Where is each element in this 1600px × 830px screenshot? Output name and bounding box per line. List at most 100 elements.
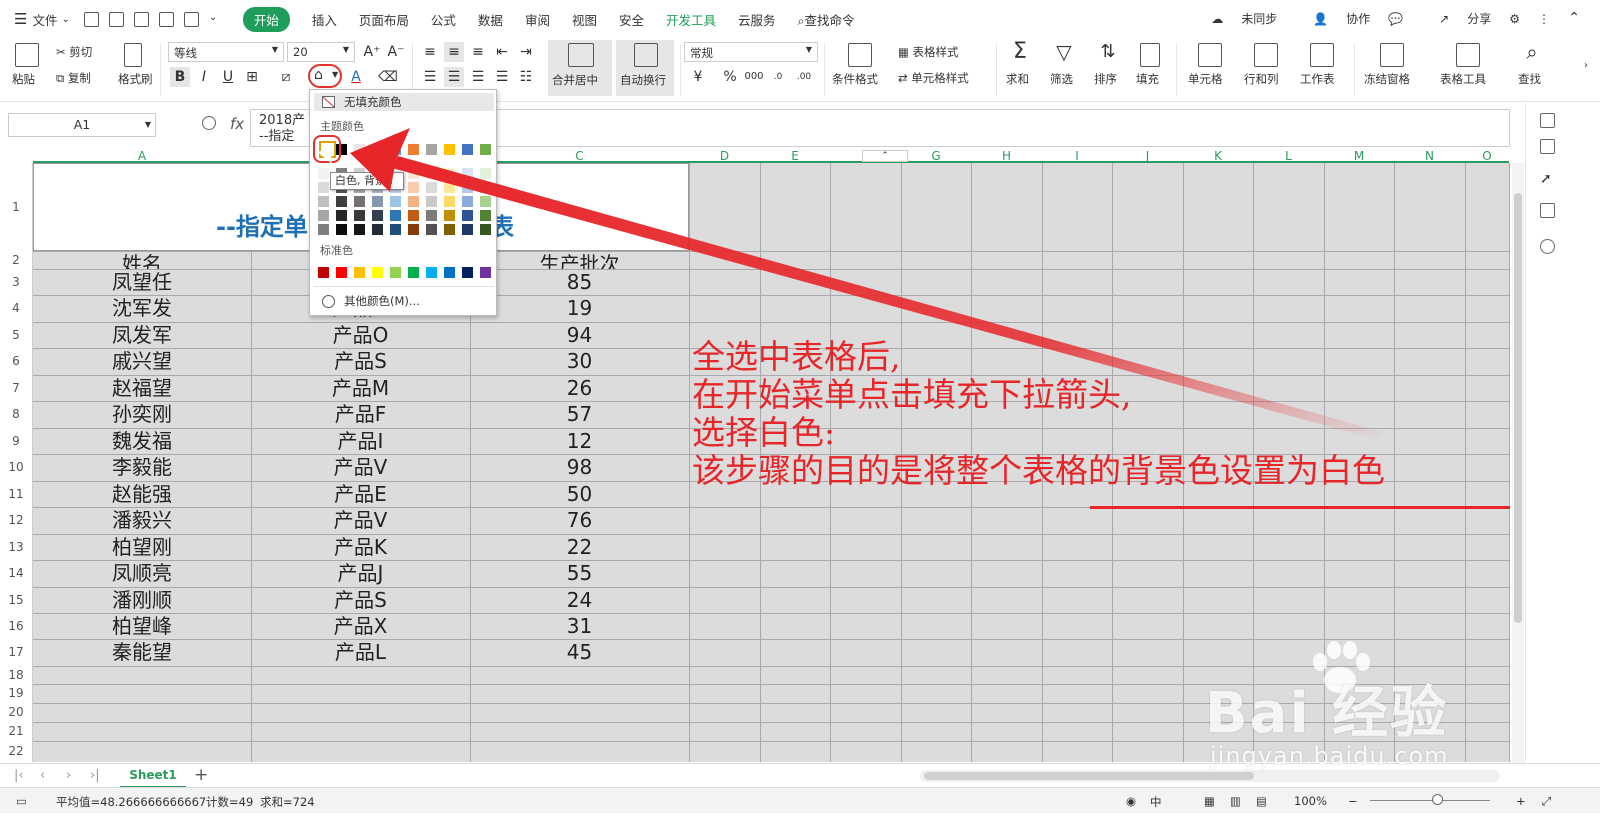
table-cell[interactable]: 产品K [251,534,470,560]
theme-color-swatch[interactable] [444,144,455,155]
fx-icon[interactable]: fx [230,115,244,133]
export-pdf-icon[interactable] [133,11,149,27]
table-cell[interactable]: 魏发福 [33,428,251,454]
tab-page-layout[interactable]: 页面布局 [359,10,409,29]
column-header[interactable]: K [1183,150,1253,163]
row-header[interactable]: 6 [0,348,33,375]
theme-color-swatch[interactable] [336,224,347,235]
merge-center-group[interactable]: 合并居中 [548,40,612,96]
table-cell[interactable]: 凤望任 [33,269,251,295]
paste-icon[interactable] [15,43,39,67]
table-cell[interactable]: 柏望刚 [33,534,251,560]
theme-color-swatch[interactable] [444,196,455,207]
column-header[interactable]: N [1394,150,1465,163]
number-format-select[interactable]: 常规 ▼ [684,42,818,62]
collapse-formula-bar-icon[interactable]: ⌃ [862,150,908,162]
thousands-icon[interactable]: 000 [744,67,764,87]
table-cell[interactable]: 98 [470,454,689,481]
filter-icon[interactable]: ▽ [1054,42,1074,62]
zoom-level[interactable]: 100% [1294,794,1327,808]
panel-select-icon[interactable] [1540,113,1555,128]
table-cell[interactable]: 30 [470,348,689,375]
sum-icon[interactable]: Σ [1010,41,1030,63]
table-cell[interactable]: 26 [470,375,689,401]
theme-color-swatch[interactable] [336,196,347,207]
row-header[interactable]: 13 [0,534,33,560]
align-right-icon[interactable]: ☰ [468,67,488,87]
row-header[interactable]: 7 [0,375,33,401]
theme-color-swatch[interactable] [336,210,347,221]
table-cell[interactable]: 孙奕刚 [33,401,251,428]
column-header[interactable]: E [760,150,830,163]
more-icon[interactable]: ⋮ [1538,12,1550,26]
theme-color-swatch[interactable] [462,144,473,155]
table-cell[interactable]: 12 [470,428,689,454]
sum-button[interactable]: 求和 [1006,71,1029,87]
table-cell[interactable]: 产品S [251,587,470,613]
row-header[interactable]: 1 [0,163,33,251]
tab-view[interactable]: 视图 [572,10,597,29]
table-cell[interactable]: 产品I [251,428,470,454]
theme-color-swatch[interactable] [426,168,437,179]
standard-color-swatch[interactable] [444,267,455,278]
next-sheet-icon[interactable]: › [66,768,71,783]
table-tools-icon[interactable] [1456,43,1480,67]
column-header[interactable]: A [33,150,251,163]
zoom-slider-knob[interactable] [1432,794,1443,805]
theme-color-swatch[interactable] [426,144,437,155]
theme-color-swatch[interactable] [318,182,329,193]
table-cell[interactable]: 赵福望 [33,375,251,401]
column-header[interactable]: J [1112,150,1183,163]
theme-color-swatch[interactable] [408,168,419,179]
sliders-icon[interactable] [1540,203,1555,218]
justify-icon[interactable]: ☰ [492,67,512,87]
zoom-formula-icon[interactable] [202,116,216,130]
theme-color-swatch[interactable] [390,196,401,207]
column-header[interactable]: M [1324,150,1394,163]
table-cell[interactable]: 沈军发 [33,295,251,322]
theme-color-swatch[interactable] [426,210,437,221]
table-tools-button[interactable]: 表格工具 [1440,71,1486,87]
sync-status[interactable]: ☁ 未同步 [1193,10,1277,27]
tab-data[interactable]: 数据 [478,10,503,29]
more-colors-option[interactable]: 其他颜色(M)... [314,291,494,311]
currency-icon[interactable]: ¥ [688,67,708,87]
table-cell[interactable]: 50 [470,481,689,507]
theme-color-swatch[interactable] [480,224,491,235]
comment-icon[interactable]: 💬 [1388,12,1403,26]
theme-color-swatch[interactable] [408,196,419,207]
print-icon[interactable] [183,11,199,27]
align-center-icon[interactable]: ☰ [444,67,464,87]
eye-protect-icon[interactable]: ◉ [1126,794,1136,808]
tab-security[interactable]: 安全 [619,10,644,29]
table-cell[interactable]: 产品J [251,560,470,587]
theme-color-swatch[interactable] [480,168,491,179]
sort-button[interactable]: 排序 [1094,71,1117,87]
undo-dropdown-icon[interactable]: ⌄ [209,12,217,27]
wrap-text-group[interactable]: 自动换行 [616,40,674,96]
table-cell[interactable]: 产品V [251,454,470,481]
clear-format-icon[interactable]: ⧄ [276,67,296,87]
filter-button[interactable]: 筛选 [1050,71,1073,87]
rows-cols-icon[interactable] [1254,43,1278,67]
theme-color-swatch[interactable] [318,224,329,235]
table-cell[interactable]: 戚兴望 [33,348,251,375]
theme-color-swatch[interactable] [390,224,401,235]
standard-color-swatch[interactable] [480,267,491,278]
table-cell[interactable]: 秦能望 [33,639,251,666]
find-icon[interactable]: ⌕ [1522,42,1542,62]
theme-color-swatch[interactable] [354,224,365,235]
name-box[interactable]: A1 ▼ [8,113,156,137]
distribute-icon[interactable]: ☷ [516,67,536,87]
theme-color-swatch[interactable] [444,182,455,193]
table-cell[interactable]: 45 [470,639,689,666]
first-sheet-icon[interactable]: |‹ [14,768,24,783]
theme-color-swatch[interactable] [462,224,473,235]
theme-color-swatch[interactable] [354,144,365,155]
font-color-icon[interactable]: A [346,67,366,87]
sheet-tab-sheet1[interactable]: Sheet1 [120,764,186,788]
prev-sheet-icon[interactable]: ‹ [40,768,45,783]
cursor-icon[interactable]: ➚ [1540,171,1555,187]
tab-start[interactable]: 开始 [242,6,290,32]
table-cell[interactable]: 柏望峰 [33,613,251,639]
